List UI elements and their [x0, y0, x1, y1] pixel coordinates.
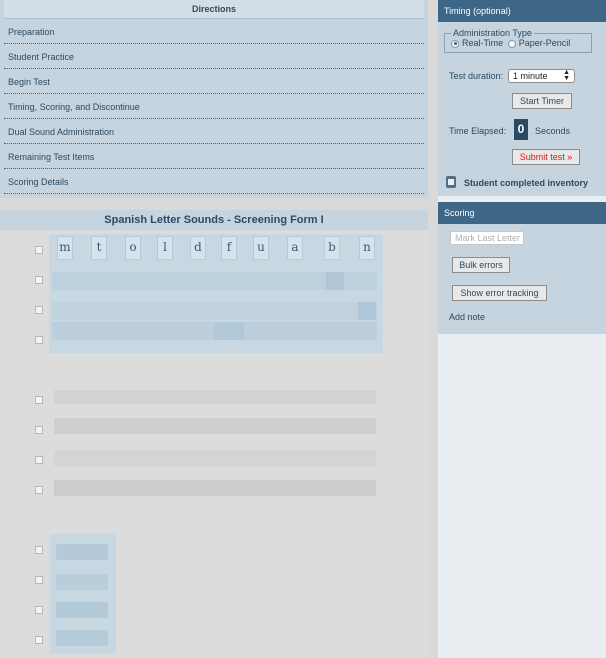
directions-item-student-practice[interactable]: Student Practice — [4, 44, 424, 69]
show-error-tracking-button[interactable]: Show error tracking — [452, 285, 547, 301]
add-note-link[interactable]: Add note — [449, 312, 485, 322]
select-arrows-icon: ▲ ▼ — [563, 69, 570, 82]
time-elapsed-unit: Seconds — [535, 126, 571, 136]
directions-panel: Directions Preparation Student Practice … — [0, 0, 428, 198]
row-checkbox[interactable] — [35, 576, 43, 584]
letter-cell[interactable]: u — [253, 236, 269, 260]
start-timer-button[interactable]: Start Timer — [512, 93, 572, 109]
completed-label[interactable]: Student completed inventory — [464, 178, 588, 188]
directions-item-begin-test[interactable]: Begin Test — [4, 69, 424, 94]
blurred-cell — [56, 544, 108, 560]
realtime-label[interactable]: Real-Time — [462, 38, 503, 48]
letter-cell[interactable]: d — [190, 236, 206, 260]
directions-item-dual-sound[interactable]: Dual Sound Administration — [4, 119, 424, 144]
row-checkbox[interactable] — [35, 606, 43, 614]
directions-item-scoring-details[interactable]: Scoring Details — [4, 169, 424, 194]
letter-cell[interactable]: b — [324, 236, 340, 260]
scoring-header: Scoring — [438, 202, 606, 224]
test-duration-value: 1 minute — [513, 71, 548, 81]
side-column: Timing (optional) Administration Type Re… — [438, 0, 606, 658]
blurred-cell — [56, 574, 108, 590]
letter-cell[interactable]: o — [125, 236, 141, 260]
row-checkbox[interactable] — [35, 426, 43, 434]
mark-last-letter-input[interactable]: Mark Last Letter — [450, 231, 524, 245]
letter-cell[interactable]: n — [359, 236, 375, 260]
paperpencil-label[interactable]: Paper-Pencil — [519, 38, 571, 48]
row-checkbox[interactable] — [35, 306, 43, 314]
form-title: Spanish Letter Sounds - Screening Form I — [0, 210, 428, 230]
directions-item-remaining-items[interactable]: Remaining Test Items — [4, 144, 424, 169]
time-elapsed-label: Time Elapsed: — [449, 126, 507, 136]
directions-list: Preparation Student Practice Begin Test … — [4, 19, 424, 194]
blurred-cell — [358, 302, 376, 320]
directions-item-timing-scoring[interactable]: Timing, Scoring, and Discontinue — [4, 94, 424, 119]
time-elapsed-counter: 0 — [514, 119, 528, 140]
row-checkbox[interactable] — [35, 336, 43, 344]
administration-type-group: Administration Type Real-Time Paper-Penc… — [444, 28, 592, 53]
letter-cell[interactable]: f — [221, 236, 237, 260]
blurred-cell — [56, 602, 108, 618]
submit-test-button[interactable]: Submit test » — [512, 149, 580, 165]
blurred-row — [54, 390, 376, 404]
blurred-row — [54, 418, 376, 434]
scoring-panel: Scoring Mark Last Letter Bulk errors Sho… — [438, 202, 606, 334]
row-checkbox[interactable] — [35, 276, 43, 284]
timing-header: Timing (optional) — [438, 0, 606, 22]
row-checkbox[interactable] — [35, 246, 43, 254]
row-checkbox[interactable] — [35, 486, 43, 494]
blurred-row — [52, 302, 377, 320]
blurred-cell — [326, 272, 344, 290]
row-checkbox[interactable] — [35, 636, 43, 644]
administration-type-legend: Administration Type — [453, 28, 532, 38]
test-duration-select[interactable]: 1 minute ▲ ▼ — [508, 69, 575, 83]
blurred-row — [54, 480, 376, 496]
row-checkbox[interactable] — [35, 546, 43, 554]
letter-cell[interactable]: t — [91, 236, 107, 260]
test-duration-label: Test duration: — [449, 71, 504, 81]
directions-title: Directions — [4, 0, 424, 19]
letter-cell[interactable]: a — [287, 236, 303, 260]
blurred-row — [54, 450, 376, 466]
paperpencil-radio-icon[interactable] — [507, 39, 516, 48]
screening-form: Spanish Letter Sounds - Screening Form I… — [0, 210, 428, 658]
blurred-cell — [56, 630, 108, 646]
letter-cell[interactable]: m — [57, 236, 73, 260]
bulk-errors-button[interactable]: Bulk errors — [452, 257, 510, 273]
row-checkbox[interactable] — [35, 456, 43, 464]
row-checkbox[interactable] — [35, 396, 43, 404]
completed-checkbox[interactable] — [446, 176, 456, 188]
checkbox-box-icon — [448, 179, 454, 185]
blurred-cell — [214, 322, 244, 340]
letter-cell[interactable]: l — [157, 236, 173, 260]
realtime-radio-icon[interactable] — [451, 39, 459, 48]
directions-item-preparation[interactable]: Preparation — [4, 19, 424, 44]
timing-panel: Timing (optional) Administration Type Re… — [438, 0, 606, 196]
